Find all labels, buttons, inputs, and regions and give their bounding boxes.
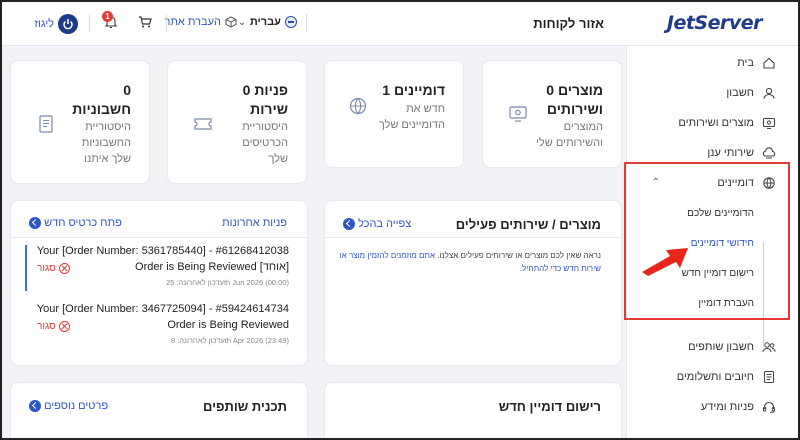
server-icon	[762, 117, 776, 129]
monitor-icon	[509, 106, 527, 122]
sidebar-item-label: מוצרים ושירותים	[678, 117, 754, 129]
divider	[325, 237, 621, 238]
stat-subtitle: היסטוריית החשבוניות שלך איתנו	[81, 121, 131, 165]
notification-badge: 1	[102, 11, 113, 22]
home-icon	[763, 57, 775, 69]
open-ticket-link[interactable]: פתח כרטיס חדש	[29, 217, 122, 230]
stat-card-invoices[interactable]: 0 חשבוניות היסטוריית החשבוניות שלך איתנו	[10, 60, 150, 184]
app-window: JetServer אזור לקוחות ⌄ עברית העברת אתר …	[0, 0, 800, 440]
sidebar-item-label: חשבון שותפים	[688, 341, 754, 353]
sidebar-item-billing[interactable]: חיובים ותשלומים	[677, 370, 776, 384]
ticket-item[interactable]: Your [Order Number: 3467725094] - #59424…	[25, 303, 289, 353]
language-label: עברית	[249, 16, 281, 28]
sidebar-item-label: בית	[737, 57, 754, 69]
cart-button[interactable]	[138, 15, 152, 29]
cart-icon	[139, 16, 152, 28]
submenu-item-transfer-domain[interactable]: העברת דומיין	[698, 298, 754, 309]
chevron-down-icon: ⌄	[238, 16, 246, 27]
sidebar-item-home[interactable]: בית	[737, 56, 776, 70]
order-product-link[interactable]: אתם מוזמנים להזמין מוצר	[349, 251, 435, 260]
stat-subtitle: חדש את הדומיינים שלך	[378, 103, 445, 131]
arrow-circle-icon	[29, 217, 41, 230]
box-icon	[225, 16, 237, 28]
sidebar-item-account[interactable]: חשבון	[726, 86, 776, 100]
cloud-icon	[762, 147, 776, 159]
affiliate-panel: תכנית שותפים פרטים נוספים	[10, 382, 308, 438]
stat-subtitle: היסטוריית הכרטיסים שלך	[242, 121, 288, 165]
user-icon	[763, 87, 775, 99]
ticket-updated: עדכון לאחרונה: 25th Jun 2026 (00:00)	[165, 278, 289, 287]
ticket-subject-line2: Order is Being Reviewed [אוחד]	[135, 261, 289, 273]
empty-products-text: נראה שאין לכם מוצרים או שירותים פעילים א…	[339, 251, 601, 273]
invoice-icon	[39, 115, 53, 133]
ticket-icon	[194, 118, 212, 130]
ticket-subject-line2: Order is Being Reviewed	[167, 319, 289, 331]
arrow-circle-icon	[343, 218, 355, 231]
sidebar-item-label: דומיינים	[717, 177, 754, 189]
notifications-button[interactable]: 1	[102, 11, 119, 30]
globe-icon	[349, 97, 367, 115]
logo[interactable]: JetServer	[667, 12, 763, 34]
panel-title: תכנית שותפים	[203, 399, 287, 414]
divider	[306, 14, 307, 32]
ticket-accent-bar	[25, 245, 27, 291]
arrow-circle-icon	[29, 400, 41, 413]
divider	[166, 14, 167, 32]
ticket-status: סגור	[37, 263, 70, 274]
submenu-item-register-domain[interactable]: רישום דומיין חדש	[682, 268, 754, 279]
recent-tickets-title[interactable]: פניות אחרונות	[222, 217, 287, 229]
divider	[89, 14, 90, 32]
sidebar-item-cloud[interactable]: שירותי ענן	[707, 146, 776, 160]
language-selector[interactable]: ⌄ עברית	[238, 16, 297, 28]
globe-icon	[763, 177, 775, 189]
active-products-panel: מוצרים / שירותים פעילים צפייה בהכל נראה …	[324, 200, 622, 366]
page-title: אזור לקוחות	[533, 16, 604, 31]
sidebar-item-label: פניות ומידע	[700, 401, 754, 413]
logout-button[interactable]: ליגוז	[34, 14, 78, 34]
chevron-up-icon[interactable]: ⌃	[652, 177, 660, 188]
invoice-icon	[764, 371, 774, 383]
register-domain-panel: רישום דומיין חדש	[324, 382, 622, 438]
stat-card-domains[interactable]: 1 דומיינים חדש את הדומיינים שלך	[324, 60, 464, 168]
sidebar-item-support[interactable]: פניות ומידע	[701, 400, 776, 414]
red-arrow-icon	[642, 248, 688, 276]
sidebar-item-products[interactable]: מוצרים ושירותים	[678, 116, 776, 130]
close-circle-icon	[58, 321, 70, 332]
language-flag-icon	[285, 16, 297, 28]
close-circle-icon	[58, 263, 70, 274]
recent-tickets-panel: פניות אחרונות פתח כרטיס חדש Your [Order …	[10, 200, 308, 366]
panel-title: רישום דומיין חדש	[498, 399, 601, 414]
transfer-site-link[interactable]: העברת אתר	[164, 16, 237, 28]
stat-subtitle: המוצרים והשירותים שלי	[536, 121, 603, 149]
view-all-link[interactable]: צפייה בהכל	[343, 218, 411, 231]
ticket-status: סגור	[37, 321, 70, 332]
logout-label: ליגוז	[34, 18, 54, 30]
sidebar-item-label: שירותי ענן	[707, 147, 754, 159]
power-icon	[58, 14, 78, 34]
panel-title: מוצרים / שירותים פעילים	[455, 217, 601, 232]
submenu-item-domain-renewals[interactable]: חידושי דומיינים	[691, 238, 754, 249]
sidebar-item-label: חשבון	[726, 87, 754, 99]
divider	[11, 237, 307, 238]
users-icon	[762, 342, 776, 353]
stat-card-products[interactable]: 0 מוצרים ושירותים המוצרים והשירותים שלי	[482, 60, 622, 168]
stat-title: 0 פניות שירות	[242, 82, 288, 117]
submenu-guide-line	[763, 242, 764, 346]
ticket-subject-line1: Your [Order Number: 3467725094] - #59424…	[36, 303, 289, 315]
sidebar-item-domains[interactable]: דומיינים	[717, 176, 776, 190]
ticket-item[interactable]: Your [Order Number: 5361785440] - #61268…	[25, 245, 289, 295]
sidebar-item-label: חיובים ותשלומים	[676, 371, 754, 383]
transfer-label: העברת אתר	[164, 16, 221, 28]
stat-title: 0 מוצרים ושירותים	[546, 82, 603, 117]
more-details-link[interactable]: פרטים נוספים	[29, 400, 108, 413]
ticket-updated: עדכון לאחרונה: 8th Apr 2026 (23:49)	[170, 336, 289, 345]
stat-title: 1 דומיינים	[382, 82, 445, 98]
sidebar-item-affiliates[interactable]: חשבון שותפים	[688, 340, 776, 354]
stat-title: 0 חשבוניות	[72, 82, 131, 117]
top-header: JetServer אזור לקוחות ⌄ עברית העברת אתר …	[2, 2, 798, 46]
ticket-subject-line1: Your [Order Number: 5361785440] - #61268…	[36, 245, 289, 257]
stat-card-tickets[interactable]: 0 פניות שירות היסטוריית הכרטיסים שלך	[167, 60, 307, 184]
submenu-item-my-domains[interactable]: הדומיינים שלכם	[687, 208, 754, 219]
headset-icon	[763, 401, 776, 413]
